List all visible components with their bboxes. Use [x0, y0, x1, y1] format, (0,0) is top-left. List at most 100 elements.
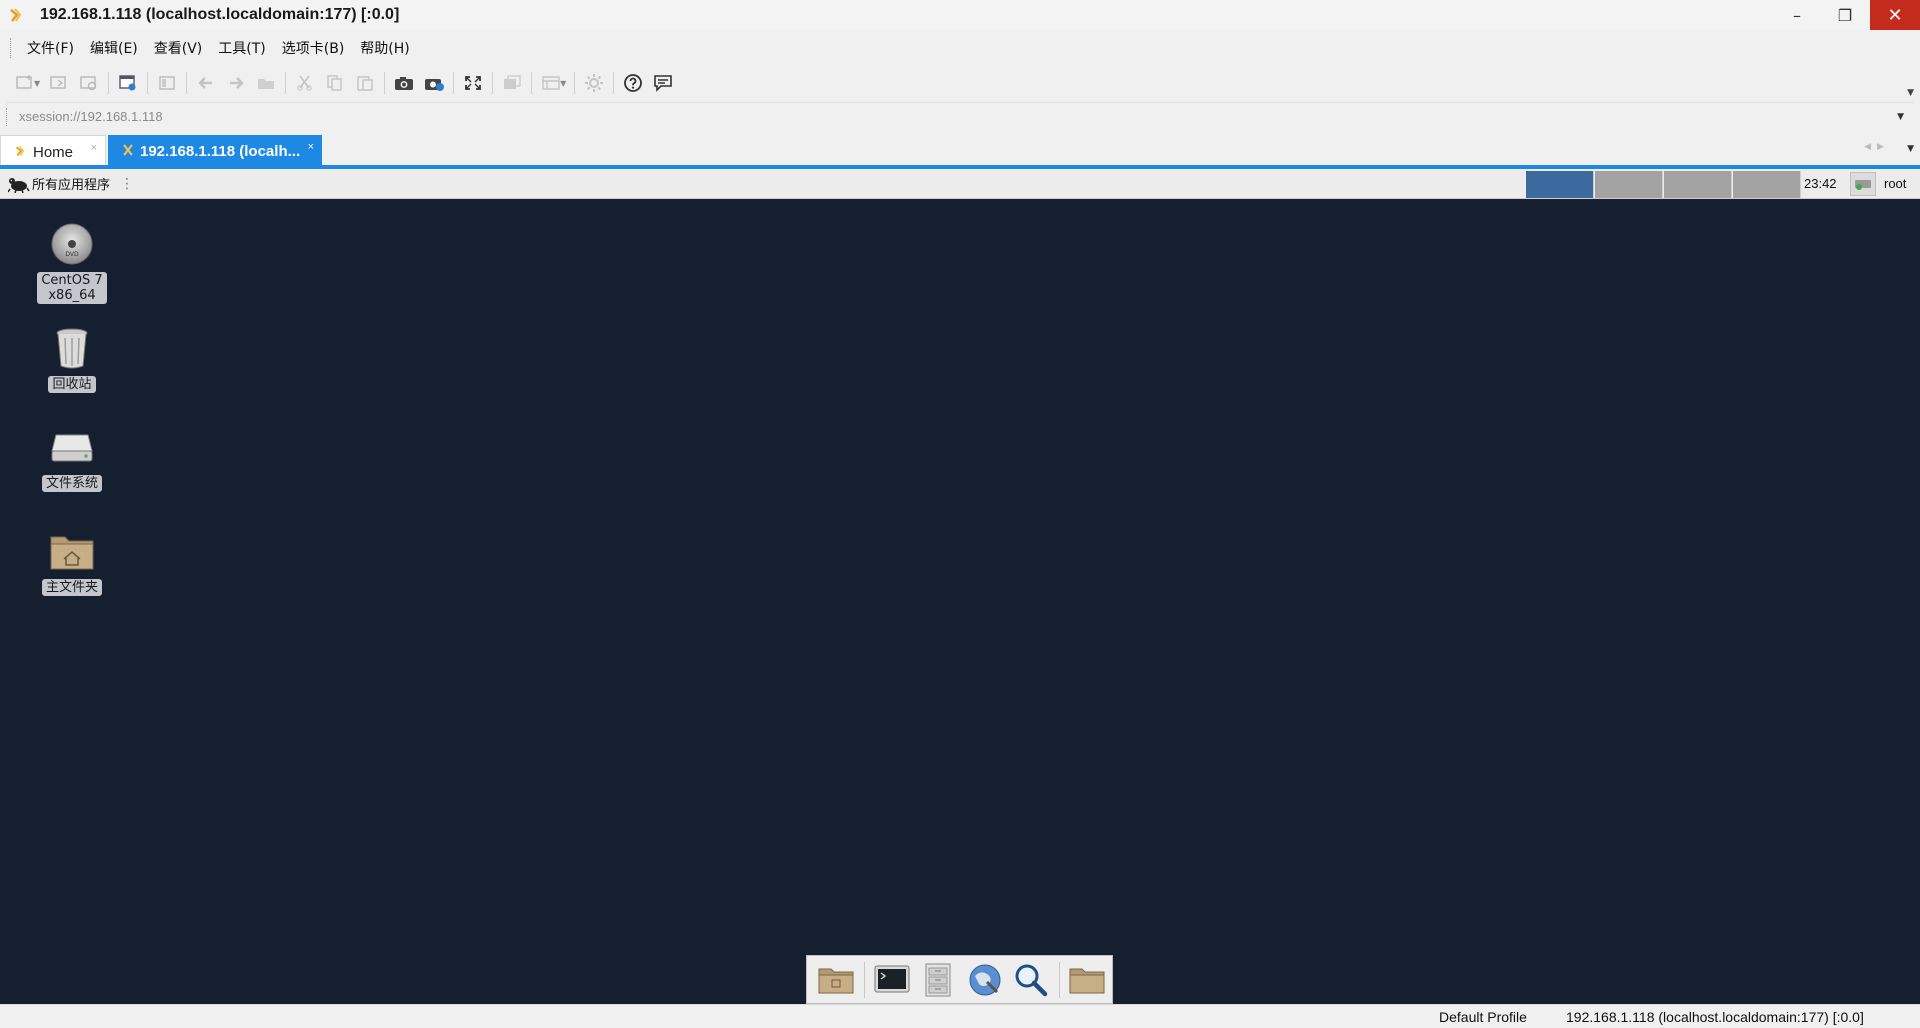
back-icon[interactable]: [191, 69, 221, 97]
tab-home-label: Home: [33, 143, 74, 161]
home-folder-icon: [48, 527, 96, 575]
dock-separator: [1058, 961, 1060, 998]
help-icon[interactable]: [618, 69, 648, 97]
workspace-1[interactable]: [1526, 171, 1594, 198]
xfce-mouse-icon[interactable]: [8, 173, 30, 195]
new-session-dropdown-icon[interactable]: ▼: [34, 79, 40, 88]
cut-icon[interactable]: [290, 69, 320, 97]
dvd-label-line1: CentOS 7: [41, 273, 103, 288]
toolbar-separator: [384, 72, 386, 94]
dock-separator: [863, 961, 865, 998]
desktop-icon-label: CentOS 7 x86_64: [37, 272, 107, 304]
drive-icon: [48, 423, 96, 471]
desktop-icon-label: 回收站: [48, 376, 96, 393]
folder-icon[interactable]: [1066, 958, 1109, 1002]
status-bar: Default Profile 192.168.1.118 (localhost…: [0, 1004, 1920, 1028]
network-icon[interactable]: [1850, 172, 1876, 196]
menu-edit[interactable]: 编辑(E): [82, 34, 146, 62]
tab-session[interactable]: 192.168.1.118 (localh... ×: [108, 135, 322, 168]
toolbar: ▼ ▼ ▼: [0, 66, 1920, 100]
desktop-icon-centos-dvd[interactable]: DVD CentOS 7 x86_64: [27, 220, 117, 304]
show-desktop-icon[interactable]: [815, 958, 858, 1002]
layout-icon[interactable]: [152, 69, 182, 97]
open-session-icon[interactable]: [44, 69, 74, 97]
home-tab-icon: [15, 145, 27, 160]
terminal-icon[interactable]: [870, 958, 913, 1002]
remote-top-panel: 所有应用程序 ⋮ 23:42 root: [0, 169, 1920, 199]
menu-file[interactable]: 文件(F): [19, 34, 82, 62]
tab-bar: Home × 192.168.1.118 (localh... × ◀▶ ▼: [0, 132, 1920, 168]
status-session-info: 192.168.1.118 (localhost.localdomain:177…: [1566, 1009, 1864, 1025]
toolbar-overflow-icon[interactable]: ▼: [1907, 88, 1914, 98]
dvd-icon: DVD: [48, 220, 96, 268]
toolbar-separator: [531, 72, 533, 94]
tab-scroll-arrows-icon[interactable]: ◀▶: [1864, 142, 1890, 152]
menu-view[interactable]: 查看(V): [146, 34, 211, 62]
xmanager-logo-icon: [2, 0, 32, 30]
restore-button[interactable]: ❐: [1822, 0, 1868, 30]
close-button[interactable]: ✕: [1870, 0, 1920, 30]
menu-bar: 文件(F) 编辑(E) 查看(V) 工具(T) 选项卡(B) 帮助(H): [0, 32, 1920, 64]
reconnect-icon[interactable]: [74, 69, 104, 97]
desktop-icon-label: 主文件夹: [41, 579, 102, 596]
remote-desktop[interactable]: 所有应用程序 ⋮ 23:42 root DVD CentOS 7 x86_64: [0, 169, 1920, 1004]
panel-clock[interactable]: 23:42: [1804, 176, 1837, 191]
forward-icon[interactable]: [221, 69, 251, 97]
svg-text:DVD: DVD: [65, 251, 79, 258]
workspace-3[interactable]: [1664, 171, 1732, 198]
x-session-tab-icon: [122, 144, 134, 159]
applications-menu[interactable]: 所有应用程序: [32, 174, 110, 193]
detach-icon[interactable]: [497, 69, 527, 97]
tab-session-close-icon[interactable]: ×: [308, 141, 314, 153]
desktop-icon-trash[interactable]: 回收站: [27, 324, 117, 393]
desktop-icon-label: 文件系统: [41, 475, 102, 492]
tab-session-label: 192.168.1.118 (localh...: [140, 143, 301, 160]
address-input[interactable]: xsession://192.168.1.118: [19, 109, 163, 124]
menubar-grip[interactable]: [10, 38, 13, 58]
title-bar: 192.168.1.118 (localhost.localdomain:177…: [0, 0, 1920, 30]
view-options-dropdown-icon[interactable]: ▼: [560, 79, 566, 88]
desktop-icon-home-folder[interactable]: 主文件夹: [27, 527, 117, 596]
toolbar-separator: [147, 72, 149, 94]
toolbar-separator: [613, 72, 615, 94]
screenshot-settings-icon[interactable]: [419, 69, 449, 97]
folder-icon[interactable]: [251, 69, 281, 97]
workspace-switcher: [1526, 171, 1802, 198]
menu-tools[interactable]: 工具(T): [210, 34, 273, 62]
toolbar-separator: [186, 72, 188, 94]
toolbar-separator: [453, 72, 455, 94]
toolbar-separator: [574, 72, 576, 94]
panel-separator-handle-icon: ⋮: [120, 175, 135, 192]
fullscreen-icon[interactable]: [458, 69, 488, 97]
toolbar-separator: [492, 72, 494, 94]
web-browser-icon[interactable]: [964, 958, 1007, 1002]
tab-list-dropdown-icon[interactable]: ▼: [1907, 144, 1914, 154]
desktop-icon-filesystem[interactable]: 文件系统: [27, 423, 117, 492]
address-bar: xsession://192.168.1.118 ▼: [6, 102, 1914, 130]
file-cabinet-icon[interactable]: [917, 958, 960, 1002]
remote-dock-panel: [806, 955, 1113, 1004]
search-icon[interactable]: [1010, 958, 1053, 1002]
paste-icon[interactable]: [350, 69, 380, 97]
menu-help[interactable]: 帮助(H): [352, 34, 417, 62]
workspace-4[interactable]: [1733, 171, 1801, 198]
settings-icon[interactable]: [579, 69, 609, 97]
screenshot-icon[interactable]: [389, 69, 419, 97]
status-profile: Default Profile: [1439, 1009, 1527, 1025]
minimize-button[interactable]: –: [1774, 0, 1820, 30]
dvd-label-line2: x86_64: [48, 288, 96, 303]
toolbar-separator: [285, 72, 287, 94]
toolbar-separator: [108, 72, 110, 94]
tab-home-close-icon[interactable]: ×: [91, 142, 97, 154]
tab-home[interactable]: Home ×: [0, 135, 106, 168]
address-dropdown-icon[interactable]: ▼: [1897, 112, 1904, 122]
addressbar-grip[interactable]: [6, 107, 9, 126]
chat-icon[interactable]: [648, 69, 678, 97]
copy-icon[interactable]: [320, 69, 350, 97]
menu-tabs[interactable]: 选项卡(B): [274, 34, 353, 62]
session-properties-icon[interactable]: [113, 69, 143, 97]
trash-icon: [48, 324, 96, 372]
panel-user[interactable]: root: [1884, 176, 1906, 191]
window-title: 192.168.1.118 (localhost.localdomain:177…: [40, 6, 400, 23]
workspace-2[interactable]: [1595, 171, 1663, 198]
